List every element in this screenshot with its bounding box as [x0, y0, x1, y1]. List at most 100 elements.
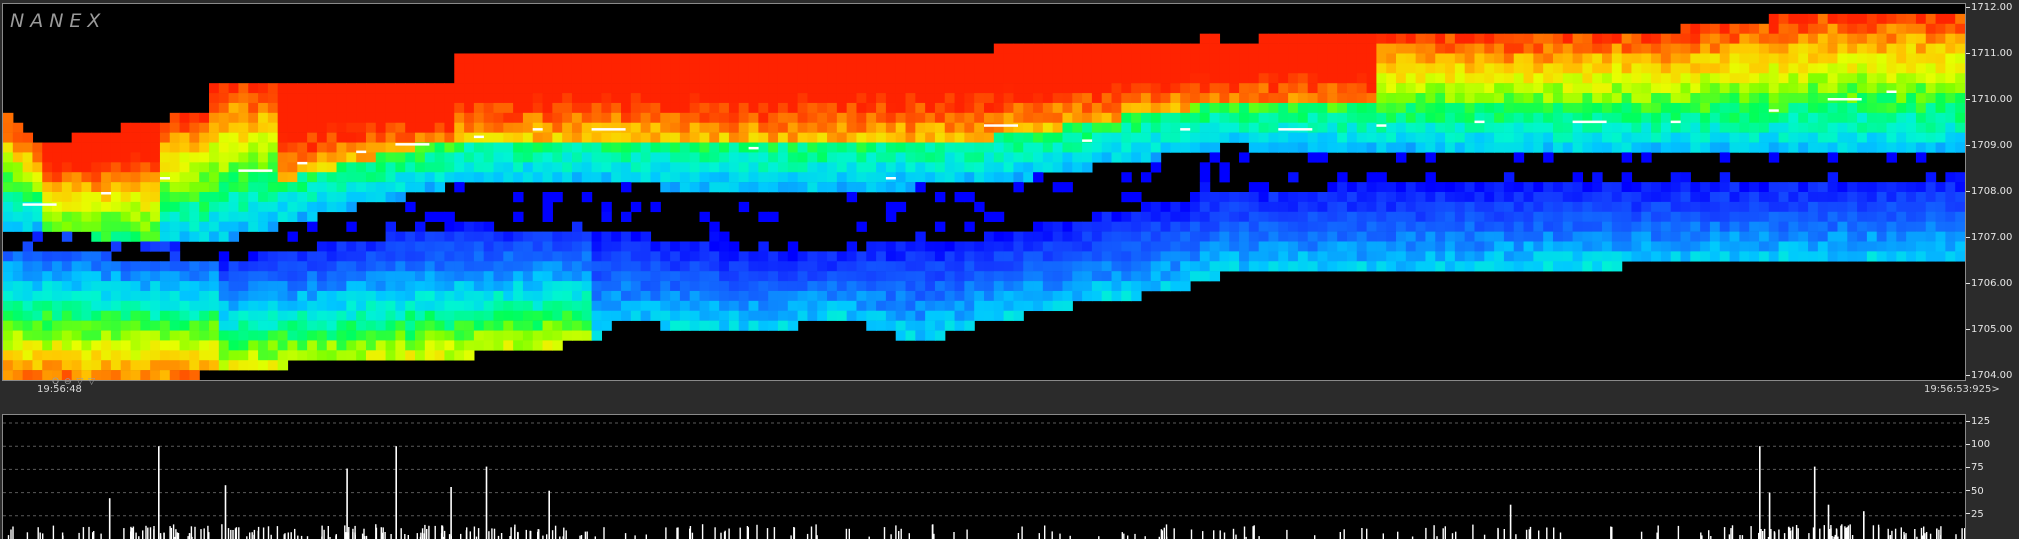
heatmap-cell: [1356, 33, 1368, 44]
heatmap-cell: [1827, 172, 1839, 183]
heatmap-cell: [120, 211, 132, 222]
heatmap-cell: [787, 261, 799, 272]
heatmap-cell: [1307, 251, 1319, 262]
heatmap-cell: [1091, 142, 1103, 153]
heatmap-cell: [277, 310, 289, 321]
heatmap-cell: [12, 172, 24, 183]
heatmap-cell: [1503, 241, 1515, 252]
heatmap-cell: [1660, 83, 1672, 94]
heatmap-cell: [356, 172, 367, 183]
heatmap-cell: [1680, 172, 1691, 183]
heatmap-cell: [1219, 83, 1230, 94]
heatmap-cell: [1935, 73, 1946, 84]
heatmap-cell: [1425, 33, 1436, 44]
heatmap-cell: [964, 192, 975, 203]
heatmap-cell: [934, 93, 946, 104]
heatmap-cell: [1160, 281, 1171, 292]
heatmap-cell: [1621, 201, 1633, 213]
heatmap-cell: [1376, 231, 1387, 242]
heatmap-cell: [169, 330, 181, 341]
heatmap-cell: [493, 63, 504, 74]
heatmap-cell: [679, 310, 691, 321]
heatmap-cell: [71, 310, 83, 321]
heatmap-cell: [42, 211, 53, 222]
heatmap-cell: [513, 320, 524, 331]
heatmap-cell: [934, 63, 946, 74]
heatmap-cell: [1190, 201, 1201, 213]
heatmap-cell: [993, 43, 1005, 54]
heatmap-cell: [827, 112, 838, 124]
heatmap-cell: [1415, 241, 1427, 252]
heatmap-cell: [1405, 211, 1417, 222]
heatmap-cell: [571, 73, 583, 84]
heatmap-cell: [1651, 192, 1662, 203]
heatmap-cell: [562, 102, 573, 114]
heatmap-cell: [954, 112, 965, 124]
heatmap-cell: [218, 162, 230, 173]
heatmap-cell: [1052, 231, 1064, 242]
heatmap-cell: [297, 122, 308, 133]
heatmap-cell: [787, 290, 799, 302]
heatmap-cell: [532, 300, 544, 312]
heatmap-cell: [787, 93, 799, 104]
heatmap-cell: [895, 93, 907, 104]
heatmap-cell: [228, 271, 240, 282]
heatmap-cell: [846, 63, 858, 74]
volume-bar: [848, 528, 850, 539]
heatmap-cell: [395, 182, 406, 193]
heatmap-cell: [91, 221, 102, 232]
volume-bar: [1849, 524, 1851, 539]
heatmap-cell: [1739, 132, 1750, 143]
heatmap-cell: [1199, 63, 1211, 74]
heatmap-cell: [493, 251, 504, 262]
heatmap-cell: [679, 162, 691, 173]
heatmap-cell: [699, 112, 710, 124]
volume-bar: [645, 534, 647, 539]
heatmap-cell: [1356, 53, 1368, 64]
heatmap-cell: [1052, 261, 1064, 272]
heatmap-cell: [405, 290, 416, 302]
heatmap-cell: [316, 162, 328, 173]
heatmap-cell: [611, 172, 622, 183]
heatmap-cell: [1396, 251, 1407, 262]
heatmap-cell: [365, 162, 377, 173]
heatmap-cell: [1219, 102, 1230, 114]
heatmap-cell: [101, 172, 112, 183]
heatmap-cell: [454, 350, 465, 361]
heatmap-cell: [307, 271, 318, 282]
heatmap-cell: [954, 63, 965, 74]
heatmap-cell: [817, 102, 828, 114]
heatmap-cell: [1739, 93, 1750, 104]
heatmap-cell: [571, 221, 583, 232]
heatmap-cell: [630, 53, 642, 64]
heatmap-cell: [336, 271, 347, 282]
heatmap-cell: [287, 340, 298, 351]
heatmap-cell: [944, 83, 956, 94]
heatmap-cell: [1503, 73, 1515, 84]
heatmap-cell: [1739, 241, 1750, 252]
heatmap-cell: [1945, 201, 1956, 213]
heatmap-cell: [1042, 112, 1054, 124]
heatmap-cell: [895, 112, 907, 124]
heatmap-cell: [365, 261, 377, 272]
heatmap-cell: [984, 53, 995, 64]
heatmap-cell: [1415, 73, 1427, 84]
heatmap-cell: [925, 310, 936, 321]
heatmap-cell: [1582, 142, 1593, 153]
heatmap-cell: [307, 281, 318, 292]
heatmap-cell: [405, 93, 416, 104]
heatmap-cell: [984, 290, 995, 302]
heatmap-cell: [405, 112, 416, 124]
heatmap-cell: [336, 132, 347, 143]
time-axis-end[interactable]: 19:56:53:925>: [1924, 384, 2000, 395]
volume-bar: [1924, 533, 1926, 539]
heatmap-cell: [1808, 192, 1819, 203]
heatmap-cell: [1719, 93, 1731, 104]
heatmap-cell: [1906, 93, 1917, 104]
heatmap-cell: [1013, 53, 1024, 64]
heatmap-cell: [866, 122, 877, 133]
zoom-controls[interactable]: Q ⊖ ▽ ▽: [52, 377, 96, 387]
heatmap-cell: [1484, 201, 1495, 213]
heatmap-cell: [699, 261, 710, 272]
heatmap-cell: [650, 73, 661, 84]
